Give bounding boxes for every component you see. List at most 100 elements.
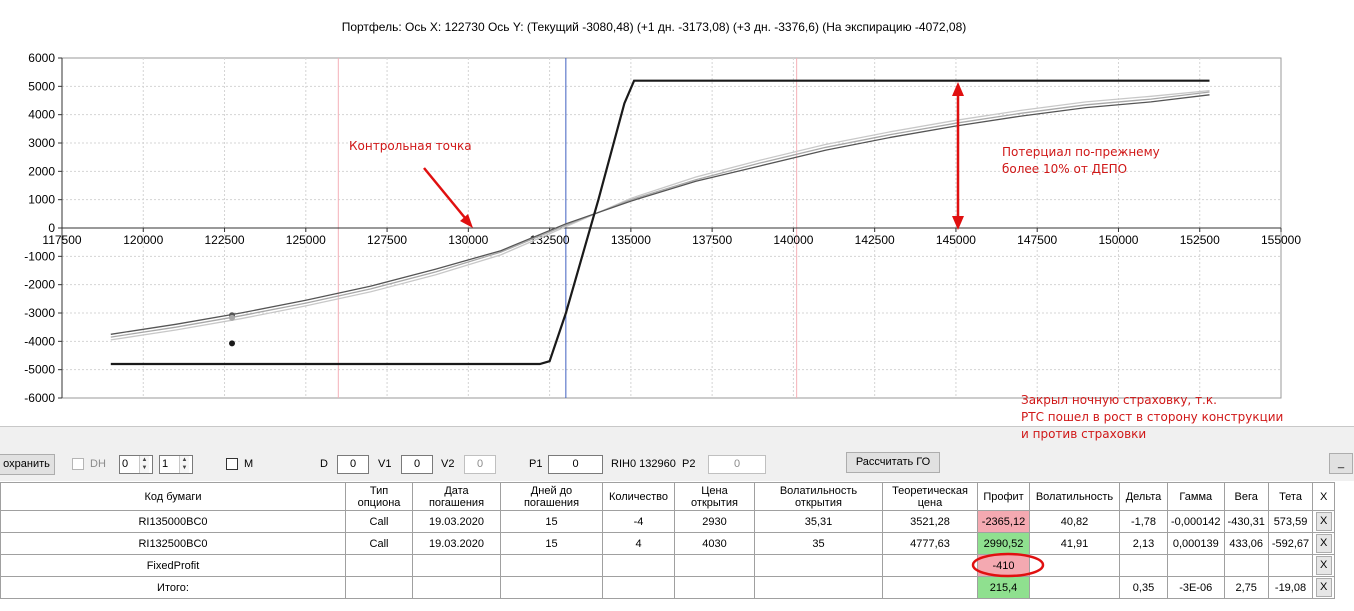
cell-open-price[interactable] [674,554,755,577]
cell-days-to-expiry[interactable]: 15 [500,532,603,555]
highlight-ellipse-shape [971,552,1045,578]
cell-quantity[interactable]: 4 [602,532,675,555]
cell-theta[interactable]: -592,67 [1267,532,1314,555]
cell-days-to-expiry[interactable]: 15 [500,510,603,533]
cell-vega[interactable]: -430,31 [1223,510,1269,533]
cell-option-type[interactable] [345,554,413,577]
x-tick-label: 127500 [367,233,407,247]
cell-open-price[interactable]: 2930 [674,510,755,533]
col-header-gamma[interactable]: Гамма [1167,482,1225,511]
x-tick-label: 122500 [205,233,245,247]
cell-delta[interactable]: 2,13 [1119,532,1168,555]
v2-input[interactable]: 0 [464,455,496,474]
cell-gamma[interactable]: -3E-06 [1167,576,1225,599]
cell-open-volatility[interactable] [754,554,883,577]
cell-delta[interactable]: -1,78 [1119,510,1168,533]
cell-vega[interactable]: 433,06 [1223,532,1269,555]
cell-open-price[interactable]: 4030 [674,532,755,555]
cell-option-type[interactable]: Call [345,532,413,555]
col-header-remove[interactable]: X [1312,482,1336,511]
table-row[interactable]: RI132500BC0 Call 19.03.2020 15 4 4030 35 4777,6… [0,532,1336,555]
cell-expiry-date[interactable]: 19.03.2020 [412,510,501,533]
cell-days-to-expiry[interactable] [500,554,603,577]
cell-code[interactable]: RI135000BC0 [0,510,346,533]
cell-vega[interactable]: 2,75 [1223,576,1269,599]
calculate-go-button[interactable]: Рассчитать ГО [846,452,940,473]
x-tick-label: 130000 [448,233,488,247]
col-header-profit[interactable]: Профит [977,482,1030,511]
col-header-open-volatility[interactable]: Волатильность открытия [754,482,883,511]
col-header-theoretical-price[interactable]: Теоретическая цена [882,482,978,511]
dh-checkbox[interactable] [72,458,84,470]
cell-profit[interactable]: -2365,12 [977,510,1030,533]
table-row[interactable]: RI135000BC0 Call 19.03.2020 15 -4 2930 35,31 35… [0,510,1336,533]
y-tick-label: 2000 [28,164,55,178]
table-row[interactable]: FixedProfit -410 X [0,554,1336,577]
col-header-days-to-expiry[interactable]: Дней до погашения [500,482,603,511]
chevron-down-icon[interactable]: ▼ [180,464,189,472]
col-header-quantity[interactable]: Количество [602,482,675,511]
col-header-open-price[interactable]: Цена открытия [674,482,755,511]
remove-row-button[interactable]: X [1315,556,1332,575]
chevron-up-icon[interactable]: ▲ [140,456,149,464]
col-header-option-type[interactable]: Тип опциона [345,482,413,511]
chevron-up-icon[interactable]: ▲ [180,456,189,464]
cell-days-to-expiry[interactable] [500,576,603,599]
cell-theta[interactable]: 573,59 [1267,510,1314,533]
m-checkbox[interactable] [226,458,238,470]
col-header-vega[interactable]: Вега [1223,482,1269,511]
cell-quantity[interactable] [602,576,675,599]
y-tick-label: 6000 [28,51,55,65]
cell-quantity[interactable]: -4 [602,510,675,533]
col-header-delta[interactable]: Дельта [1119,482,1168,511]
annotation-hedge-closed: Закрыл ночную страховку, т.к. РТС пошел … [1021,393,1284,441]
cell-code[interactable]: FixedProfit [0,554,346,577]
remove-row-button[interactable]: X [1315,578,1332,597]
cell-delta[interactable] [1119,554,1168,577]
table-row[interactable]: Итого: 215,4 0,35 -3E-06 2,75 -19,08 X [0,576,1336,599]
cell-theoretical-price[interactable] [882,554,978,577]
cell-expiry-date[interactable]: 19.03.2020 [412,532,501,555]
cell-volatility[interactable]: 40,82 [1029,510,1120,533]
cell-code[interactable]: Итого: [0,576,346,599]
cell-theta[interactable]: -19,08 [1267,576,1314,599]
cell-gamma[interactable]: 0,000139 [1167,532,1225,555]
save-button[interactable]: охранить [0,454,55,475]
p2-input[interactable]: 0 [708,455,766,474]
cell-open-volatility[interactable]: 35 [754,532,883,555]
spin2-stepper[interactable]: ▲ ▼ [179,456,189,473]
cell-gamma[interactable]: -0,000142 [1167,510,1225,533]
cell-theoretical-price[interactable]: 3521,28 [882,510,978,533]
cell-expiry-date[interactable] [412,554,501,577]
cell-expiry-date[interactable] [412,576,501,599]
cell-gamma[interactable] [1167,554,1225,577]
spin1-stepper[interactable]: ▲ ▼ [139,456,149,473]
cell-vega[interactable] [1223,554,1269,577]
cell-open-price[interactable] [674,576,755,599]
remove-row-button[interactable]: X [1315,512,1332,531]
v1-input[interactable]: 0 [401,455,433,474]
d-input[interactable]: 0 [337,455,369,474]
cell-open-volatility[interactable]: 35,31 [754,510,883,533]
cell-open-volatility[interactable] [754,576,883,599]
col-header-expiry-date[interactable]: Дата погашения [412,482,501,511]
chevron-down-icon[interactable]: ▼ [140,464,149,472]
cell-code[interactable]: RI132500BC0 [0,532,346,555]
cell-theoretical-price[interactable] [882,576,978,599]
cell-option-type[interactable] [345,576,413,599]
futures-price-label: RIH0 132960 [611,458,676,470]
col-header-theta[interactable]: Тета [1267,482,1314,511]
col-header-code[interactable]: Код бумаги [0,482,346,511]
p1-input[interactable]: 0 [548,455,603,474]
minimize-button[interactable]: _ [1329,453,1353,474]
remove-row-button[interactable]: X [1315,534,1332,553]
cell-delta[interactable]: 0,35 [1119,576,1168,599]
cell-theta[interactable] [1267,554,1314,577]
cell-option-type[interactable]: Call [345,510,413,533]
cell-remove: X [1312,576,1336,599]
cell-theoretical-price[interactable]: 4777,63 [882,532,978,555]
col-header-volatility[interactable]: Волатильность [1029,482,1120,511]
y-tick-label: 0 [48,221,55,235]
y-tick-label: -4000 [24,334,55,348]
cell-quantity[interactable] [602,554,675,577]
